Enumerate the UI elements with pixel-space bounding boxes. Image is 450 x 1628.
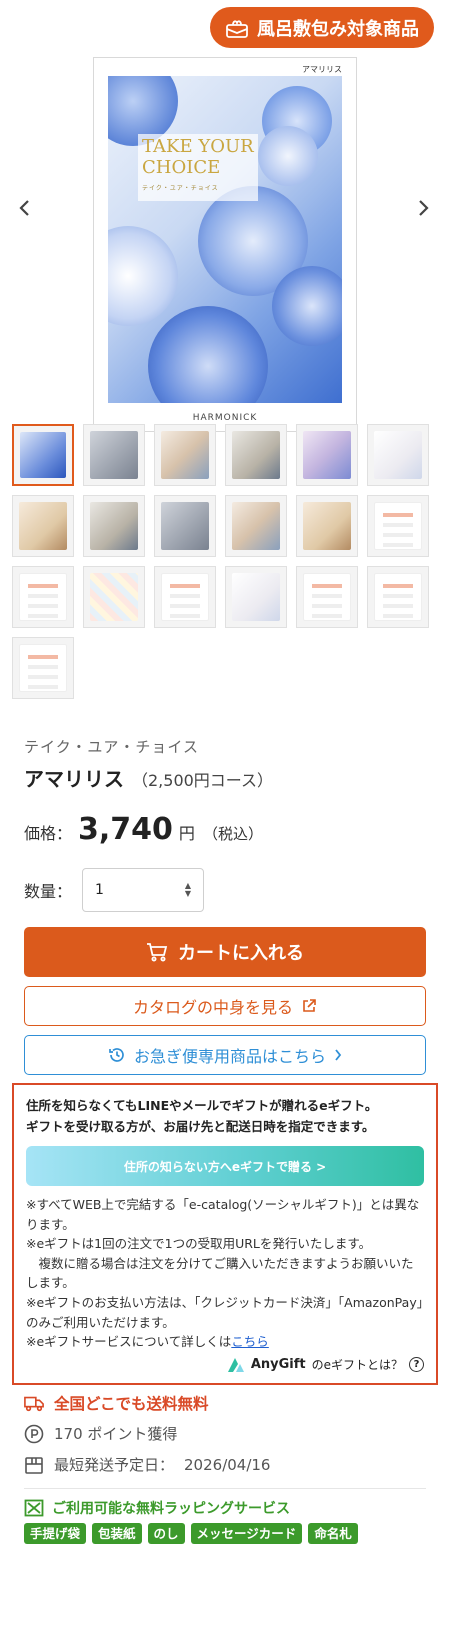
cover-brand-bottom: HARMONICK: [192, 413, 258, 423]
egift-note: ※eギフトは1回の注文で1つの受取用URLを発行いたします。: [26, 1236, 372, 1252]
product-name: アマリリス: [24, 767, 124, 791]
gallery-thumbnail[interactable]: [154, 495, 216, 557]
furoshiki-badge-label: 風呂敷包み対象商品: [257, 18, 419, 40]
gallery-thumbnail[interactable]: [367, 566, 429, 628]
select-arrows-icon: ▲ ▼: [184, 881, 192, 898]
add-to-cart-button[interactable]: カートに入れる: [24, 927, 426, 977]
free-shipping-label: 全国どこでも送料無料: [54, 1395, 209, 1413]
egift-section: 住所を知らなくてもLINEやメールでギフトが贈れるeギフト。 ギフトを受け取る方…: [12, 1083, 438, 1385]
gallery-thumbnail[interactable]: [12, 566, 74, 628]
furoshiki-gift-icon: [226, 19, 248, 38]
express-delivery-label: お急ぎ便専用商品はこちら: [133, 1047, 326, 1066]
chevron-right-icon: [335, 1049, 342, 1061]
egift-note: ※eギフトのお支払い方法は、「クレジットカード決済」「AmazonPay」のみご…: [26, 1294, 423, 1330]
cover-title: TAKE YOUR CHOICE テイク・ユア・チョイス: [138, 134, 258, 201]
section-divider: [24, 1488, 426, 1489]
anygift-info[interactable]: AnyGift のeギフトとは？ ?: [226, 1356, 424, 1373]
price-tax-note: （税込）: [202, 825, 263, 843]
gallery-thumbnail[interactable]: [154, 566, 216, 628]
gallery-thumbnail[interactable]: [225, 424, 287, 486]
wrapping-tag: のし: [147, 1523, 185, 1544]
product-course: （2,500円コース）: [132, 771, 274, 790]
egift-note: 複数に贈る場合は注文を分けてご購入いただきますようお願いいたします。: [26, 1255, 414, 1291]
gallery-thumbnail[interactable]: [83, 424, 145, 486]
gallery-prev-button[interactable]: [12, 196, 36, 220]
gallery-thumbnail[interactable]: [367, 424, 429, 486]
wrapping-tag: 手提げ袋: [24, 1523, 87, 1544]
express-delivery-button[interactable]: お急ぎ便専用商品はこちら: [24, 1035, 426, 1075]
gallery-thumbnail[interactable]: [83, 566, 145, 628]
gallery-thumbnail[interactable]: [12, 424, 74, 486]
chevron-left-icon: [19, 200, 29, 216]
quantity-select[interactable]: 1 ▲ ▼: [82, 868, 205, 912]
points-row: 170 ポイント獲得: [24, 1423, 177, 1444]
ship-date-value: 2026/04/16: [184, 1455, 271, 1474]
egift-notes: ※すべてWEB上で完結する「e-catalog(ソーシャルギフト)」とは異なりま…: [26, 1195, 424, 1352]
price-label: 価格：: [24, 824, 73, 843]
cart-icon: [147, 943, 168, 962]
ship-date-label: 最短発送予定日：: [54, 1456, 175, 1474]
anygift-logo: AnyGift: [226, 1357, 306, 1373]
egift-note: ※eギフトサービスについて詳しくはこちら: [26, 1334, 269, 1350]
price-row: 価格： 3,740 円 （税込）: [24, 812, 263, 847]
ship-date-row: 最短発送予定日： 2026/04/16: [24, 1454, 270, 1475]
view-catalog-label: カタログの中身を見る: [132, 998, 293, 1017]
gallery-thumbnail[interactable]: [225, 495, 287, 557]
wrapping-ribbon-icon: [24, 1499, 44, 1517]
gallery-thumbnail[interactable]: [154, 424, 216, 486]
cover-flower-art: TAKE YOUR CHOICE テイク・ユア・チョイス: [108, 76, 342, 403]
box-icon: [25, 1456, 43, 1474]
anygift-logo-icon: [227, 1357, 244, 1372]
gallery-thumbnail[interactable]: [296, 424, 358, 486]
clock-history-icon: [109, 1048, 124, 1062]
furoshiki-eligible-badge: 風呂敷包み対象商品: [210, 7, 434, 48]
cover-brand-top: アマリリス: [302, 65, 342, 74]
gallery-thumbnail[interactable]: [12, 495, 74, 557]
external-link-icon: [303, 999, 316, 1012]
quantity-value: 1: [95, 882, 104, 898]
wrapping-tags: 手提げ袋 包装紙 のし メッセージカード 命名札: [24, 1523, 358, 1544]
wrapping-tag: メッセージカード: [190, 1523, 303, 1544]
wrapping-tag: 命名札: [308, 1523, 358, 1544]
truck-icon: [24, 1396, 44, 1412]
product-brand: テイク・ユア・チョイス: [24, 738, 199, 756]
product-main-image[interactable]: アマリリス TAKE YOUR CHOICE テイク・ユア・チョイス HARMO…: [93, 57, 357, 432]
gallery-thumbnails: [12, 424, 442, 699]
view-catalog-button[interactable]: カタログの中身を見る: [24, 986, 426, 1026]
add-to-cart-label: カートに入れる: [178, 943, 304, 964]
gallery-thumbnail[interactable]: [83, 495, 145, 557]
help-icon[interactable]: ?: [409, 1357, 424, 1372]
gallery-thumbnail[interactable]: [296, 495, 358, 557]
product-title: アマリリス （2,500円コース）: [24, 763, 273, 792]
egift-lead: 住所を知らなくてもLINEやメールでギフトが贈れるeギフト。 ギフトを受け取る方…: [26, 1098, 378, 1134]
egift-details-link[interactable]: こちら: [231, 1334, 269, 1349]
send-egift-button[interactable]: 住所の知らない方へeギフトで贈る >: [26, 1146, 424, 1186]
free-shipping-row: 全国どこでも送料無料: [24, 1392, 209, 1414]
quantity-row: 数量： 1 ▲ ▼: [24, 868, 205, 912]
anygift-question: のeギフトとは？: [311, 1358, 403, 1372]
gallery-thumbnail[interactable]: [296, 566, 358, 628]
quantity-label: 数量：: [24, 882, 73, 901]
gallery-thumbnail[interactable]: [12, 637, 74, 699]
points-icon: [24, 1424, 44, 1443]
wrapping-tag: 包装紙: [92, 1523, 142, 1544]
gallery-next-button[interactable]: [412, 196, 436, 220]
egift-note: ※すべてWEB上で完結する「e-catalog(ソーシャルギフト)」とは異なりま…: [26, 1197, 420, 1232]
points-label: 170 ポイント獲得: [54, 1425, 178, 1443]
price-unit: 円: [178, 824, 195, 843]
wrapping-title-row: ご利用可能な無料ラッピングサービス: [24, 1498, 290, 1518]
gallery-thumbnail[interactable]: [225, 566, 287, 628]
gallery-thumbnail[interactable]: [367, 495, 429, 557]
price-value: 3,740: [78, 812, 173, 847]
chevron-right-icon: [419, 200, 429, 216]
wrapping-title: ご利用可能な無料ラッピングサービス: [52, 1501, 290, 1517]
